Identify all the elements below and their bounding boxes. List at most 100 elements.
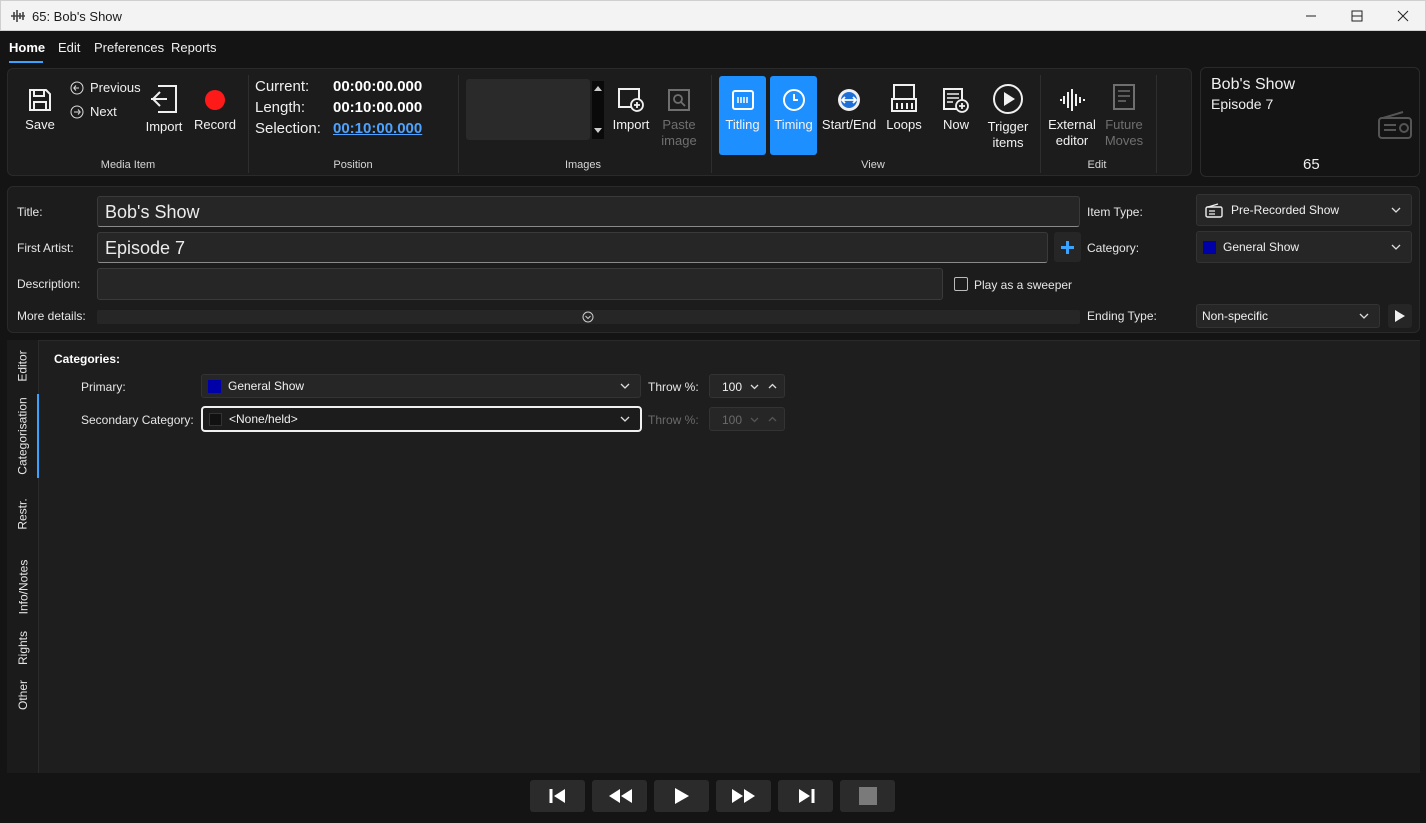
- clock-icon: [782, 89, 805, 111]
- chevron-up-icon[interactable]: [768, 416, 777, 422]
- skip-to-end-button[interactable]: [778, 780, 833, 812]
- first-artist-label: First Artist:: [17, 241, 74, 255]
- now-button[interactable]: Now: [936, 87, 976, 133]
- previous-button[interactable]: Previous: [70, 80, 141, 95]
- loops-button[interactable]: Loops: [884, 83, 924, 133]
- plus-icon: [1061, 241, 1074, 254]
- titling-icon: [731, 90, 754, 110]
- more-details-expander[interactable]: [97, 310, 1080, 324]
- secondary-category-dropdown[interactable]: <None/held>: [201, 406, 642, 432]
- play-as-sweeper-checkbox[interactable]: [954, 277, 968, 291]
- save-icon: [29, 89, 51, 111]
- loops-label: Loops: [886, 117, 922, 132]
- play-ending-button[interactable]: [1388, 304, 1412, 328]
- titling-toggle[interactable]: Titling: [719, 76, 766, 155]
- tab-categorisation[interactable]: Categorisation: [7, 392, 39, 480]
- chevron-down-icon[interactable]: [750, 417, 759, 423]
- play-button[interactable]: [654, 780, 709, 812]
- throw-primary-spinner[interactable]: 100: [709, 374, 785, 398]
- primary-label: Primary:: [81, 380, 126, 394]
- record-button[interactable]: Record: [194, 87, 236, 133]
- save-label: Save: [25, 117, 55, 132]
- chevron-down-icon: [1391, 244, 1401, 250]
- close-button[interactable]: [1380, 1, 1426, 31]
- radio-icon: [1205, 202, 1223, 218]
- primary-color-swatch: [208, 379, 221, 393]
- tab-editor[interactable]: Editor: [7, 344, 39, 388]
- startend-label: Start/End: [821, 117, 877, 132]
- import-media-button[interactable]: Import: [144, 83, 184, 135]
- image-add-icon: [618, 88, 644, 112]
- media-item-group-label: Media Item: [100, 159, 156, 171]
- chevron-down-icon: [1359, 313, 1369, 319]
- tab-other-label: Other: [15, 679, 30, 711]
- skip-to-start-button[interactable]: [530, 780, 585, 812]
- future-moves-label: Future Moves: [1104, 117, 1144, 148]
- ribbon-separator: [248, 75, 249, 173]
- more-details-label: More details:: [17, 309, 86, 323]
- secondary-category-value: <None/held>: [229, 412, 298, 426]
- import-image-button[interactable]: Import: [611, 87, 651, 133]
- import-label: Import: [145, 119, 183, 134]
- trigger-items-button[interactable]: Trigger items: [984, 83, 1032, 151]
- transport-bar: [0, 773, 1426, 823]
- chevron-up-icon[interactable]: [768, 383, 777, 389]
- chevron-down-icon[interactable]: [750, 384, 759, 390]
- side-tabs: Editor Categorisation Restr. Info/Notes …: [7, 340, 39, 773]
- startend-button[interactable]: Start/End: [822, 87, 876, 133]
- tab-restr[interactable]: Restr.: [7, 492, 39, 536]
- description-input[interactable]: [97, 268, 943, 300]
- menu-home[interactable]: Home: [9, 40, 45, 55]
- throw-secondary-spinner[interactable]: 100: [709, 407, 785, 431]
- item-type-dropdown[interactable]: Pre-Recorded Show: [1196, 194, 1412, 226]
- fast-forward-button[interactable]: [716, 780, 771, 812]
- first-artist-value: Episode 7: [105, 238, 186, 258]
- title-input[interactable]: Bob's Show: [97, 196, 1080, 227]
- throw-primary-label: Throw %:: [648, 380, 699, 394]
- close-icon: [1397, 10, 1409, 22]
- minimize-button-2[interactable]: [1288, 1, 1334, 31]
- item-type-label: Item Type:: [1087, 205, 1143, 219]
- minimize-icon: [1306, 15, 1316, 17]
- import-icon: [151, 85, 177, 113]
- throw-secondary-value: 100: [722, 413, 743, 427]
- menu-reports[interactable]: Reports: [171, 40, 217, 55]
- radio-icon: [1378, 111, 1412, 139]
- save-button[interactable]: Save: [20, 87, 60, 133]
- menu-preferences[interactable]: Preferences: [94, 40, 164, 55]
- image-scrollbar[interactable]: [592, 81, 604, 139]
- tab-info-notes[interactable]: Info/Notes: [7, 552, 39, 622]
- primary-category-dropdown[interactable]: General Show: [201, 374, 641, 398]
- loops-icon: [891, 84, 917, 112]
- play-icon: [674, 788, 689, 804]
- selection-value-link[interactable]: 00:10:00.000: [333, 120, 422, 137]
- tab-rights[interactable]: Rights: [7, 628, 39, 668]
- maximize-button[interactable]: [1334, 1, 1380, 31]
- length-value: 00:10:00.000: [333, 99, 423, 116]
- ribbon-separator: [458, 75, 459, 173]
- paste-image-button[interactable]: Paste image: [659, 87, 699, 149]
- ending-type-dropdown[interactable]: Non-specific: [1196, 304, 1380, 328]
- selection-label: Selection:: [255, 120, 321, 137]
- stop-button[interactable]: [840, 780, 895, 812]
- ending-type-value: Non-specific: [1202, 309, 1269, 323]
- category-label: Category:: [1087, 241, 1140, 255]
- tab-other[interactable]: Other: [7, 674, 39, 716]
- add-artist-button[interactable]: [1054, 232, 1081, 262]
- titling-label: Titling: [725, 117, 760, 132]
- category-dropdown[interactable]: General Show: [1196, 231, 1412, 263]
- first-artist-input[interactable]: Episode 7: [97, 232, 1048, 263]
- current-value: 00:00:00.000: [333, 78, 423, 95]
- list-add-icon: [943, 88, 969, 113]
- rewind-button[interactable]: [592, 780, 647, 812]
- play-icon: [1395, 310, 1405, 322]
- external-editor-button[interactable]: External editor: [1048, 87, 1096, 149]
- timing-toggle[interactable]: Timing: [770, 76, 817, 155]
- secondary-color-swatch: [209, 412, 222, 426]
- future-moves-button[interactable]: Future Moves: [1102, 83, 1146, 149]
- tab-categorisation-label: Categorisation: [16, 397, 31, 475]
- next-button[interactable]: Next: [70, 104, 117, 119]
- menu-edit[interactable]: Edit: [58, 40, 80, 55]
- now-label: Now: [942, 117, 969, 132]
- info-subtitle: Episode 7: [1211, 96, 1274, 112]
